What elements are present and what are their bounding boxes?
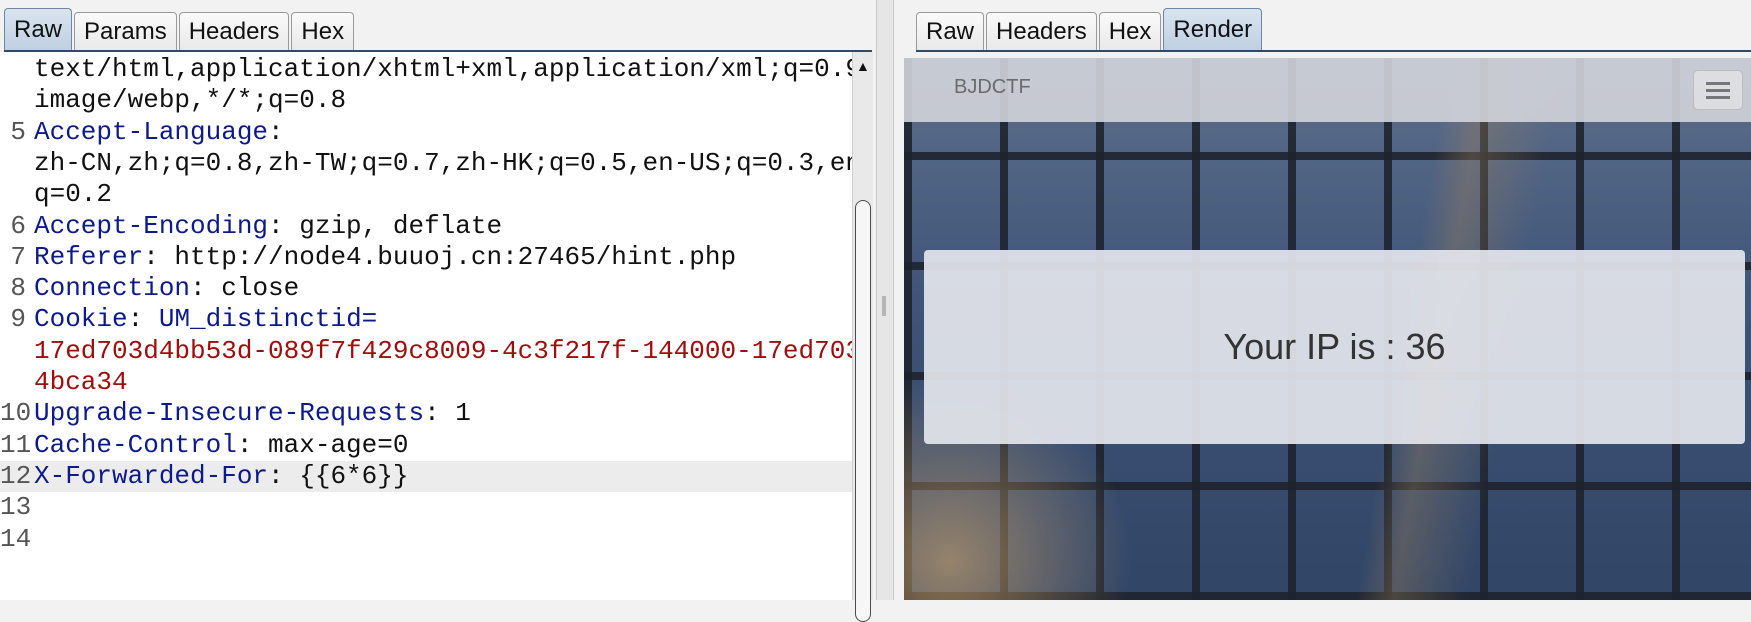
header-value: : 1 bbox=[424, 398, 471, 429]
line-text: Cookie: UM_distinctid= bbox=[34, 304, 377, 335]
header-name: Cookie bbox=[34, 304, 128, 335]
render-view: BJDCTF Your IP is : 36 bbox=[904, 58, 1751, 600]
header-name: Referer bbox=[34, 241, 144, 272]
editor-line[interactable]: 8 Connection: close bbox=[0, 273, 852, 304]
scrollbar-thumb[interactable] bbox=[855, 200, 871, 622]
line-text: X-Forwarded-For: {{6*6}} bbox=[34, 461, 408, 492]
line-number: 12 bbox=[0, 460, 32, 491]
editor-line[interactable]: 5 Accept-Language: bbox=[0, 117, 852, 148]
header-value: : gzip, deflate bbox=[268, 210, 503, 241]
header-name: Accept-Language bbox=[34, 116, 269, 147]
line-text: 4bca34 bbox=[34, 367, 128, 398]
line-number: 8 bbox=[10, 273, 26, 304]
site-brand[interactable]: BJDCTF bbox=[954, 76, 1031, 99]
editor-line[interactable]: 14 bbox=[0, 524, 852, 555]
header-name: Connection bbox=[34, 273, 191, 304]
line-text: Accept-Language: bbox=[34, 117, 284, 148]
cookie-value: 17ed703d4bb53d-089f7f429c8009-4c3f217f-1… bbox=[34, 335, 852, 366]
header-value: : max-age=0 bbox=[236, 429, 409, 460]
editor-scrollbar[interactable]: ▲ bbox=[852, 52, 873, 622]
splitter-grip[interactable] bbox=[882, 296, 886, 316]
line-text: Cache-Control: max-age=0 bbox=[34, 430, 408, 461]
tab-response-raw[interactable]: Raw bbox=[916, 12, 985, 50]
tab-hex[interactable]: Hex bbox=[291, 12, 355, 50]
request-tabbar: Raw Params Headers Hex bbox=[4, 8, 356, 50]
editor-line[interactable]: 13 bbox=[0, 492, 852, 523]
line-text: text/html,application/xhtml+xml,applicat… bbox=[34, 54, 852, 85]
line-number: 14 bbox=[0, 523, 32, 554]
line-number: 9 bbox=[10, 304, 26, 335]
line-text: Accept-Encoding: gzip, deflate bbox=[34, 211, 502, 242]
header-name: Upgrade-Insecure-Requests bbox=[34, 398, 425, 429]
header-value: : {{6*6}} bbox=[268, 460, 409, 491]
header-name: X-Forwarded-For bbox=[34, 460, 269, 491]
request-editor[interactable]: text/html,application/xhtml+xml,applicat… bbox=[0, 52, 852, 600]
header-value: : bbox=[268, 116, 284, 147]
editor-line[interactable]: 17ed703d4bb53d-089f7f429c8009-4c3f217f-1… bbox=[0, 336, 852, 367]
hamburger-menu-icon[interactable] bbox=[1693, 70, 1743, 110]
tab-raw[interactable]: Raw bbox=[4, 8, 73, 50]
ip-card: Your IP is : 36 bbox=[924, 250, 1745, 444]
editor-line[interactable]: image/webp,*/*;q=0.8 bbox=[0, 85, 852, 116]
line-number: 5 bbox=[10, 116, 26, 147]
tab-headers[interactable]: Headers bbox=[178, 12, 290, 50]
tab-response-headers[interactable]: Headers bbox=[986, 12, 1097, 50]
header-name: Cache-Control bbox=[34, 429, 237, 460]
line-number: 10 bbox=[0, 398, 32, 429]
response-tab-underline bbox=[916, 50, 1751, 52]
line-text: q=0.2 bbox=[34, 179, 112, 210]
scroll-up-arrow-icon[interactable]: ▲ bbox=[856, 58, 870, 74]
tab-response-hex[interactable]: Hex bbox=[1098, 12, 1162, 50]
header-value: q=0.2 bbox=[34, 179, 113, 210]
tab-params[interactable]: Params bbox=[74, 12, 177, 50]
line-text: image/webp,*/*;q=0.8 bbox=[34, 85, 346, 116]
line-text: Upgrade-Insecure-Requests: 1 bbox=[34, 398, 471, 429]
header-value: image/webp,*/*;q=0.8 bbox=[34, 85, 347, 116]
line-text: zh-CN,zh;q=0.8,zh-TW;q=0.7,zh-HK;q=0.5,e… bbox=[34, 148, 852, 179]
editor-line[interactable]: 12 X-Forwarded-For: {{6*6}} bbox=[0, 460, 852, 493]
tab-response-render[interactable]: Render bbox=[1163, 8, 1263, 50]
line-number: 11 bbox=[0, 429, 32, 460]
line-number: 13 bbox=[0, 492, 32, 523]
editor-line[interactable]: 10 Upgrade-Insecure-Requests: 1 bbox=[0, 398, 852, 429]
header-value: : bbox=[127, 304, 159, 335]
editor-line[interactable]: text/html,application/xhtml+xml,applicat… bbox=[0, 54, 852, 85]
cookie-value: 4bca34 bbox=[34, 367, 128, 397]
editor-line[interactable]: 9 Cookie: UM_distinctid= bbox=[0, 304, 852, 335]
editor-line[interactable]: q=0.2 bbox=[0, 179, 852, 210]
header-value: : close bbox=[190, 273, 300, 304]
ip-message: Your IP is : 36 bbox=[1223, 326, 1446, 367]
header-value: zh-CN,zh;q=0.8,zh-TW;q=0.7,zh-HK;q=0.5,e… bbox=[34, 147, 852, 178]
line-number: 6 bbox=[10, 210, 26, 241]
site-navbar: BJDCTF bbox=[904, 58, 1751, 122]
header-value: text/html,application/xhtml+xml,applicat… bbox=[34, 54, 852, 84]
response-tabbar: Raw Headers Hex Render bbox=[916, 8, 1264, 50]
editor-line[interactable]: 11 Cache-Control: max-age=0 bbox=[0, 430, 852, 461]
line-text: Referer: http://node4.buuoj.cn:27465/hin… bbox=[34, 242, 736, 273]
pane-splitter[interactable] bbox=[876, 0, 894, 600]
line-number: 7 bbox=[10, 241, 26, 272]
editor-line[interactable]: 6 Accept-Encoding: gzip, deflate bbox=[0, 211, 852, 242]
line-text: 17ed703d4bb53d-089f7f429c8009-4c3f217f-1… bbox=[34, 336, 852, 367]
editor-line[interactable]: zh-CN,zh;q=0.8,zh-TW;q=0.7,zh-HK;q=0.5,e… bbox=[0, 148, 852, 179]
header-name: Accept-Encoding bbox=[34, 210, 269, 241]
editor-line[interactable]: 4bca34 bbox=[0, 367, 852, 398]
editor-line[interactable]: 7 Referer: http://node4.buuoj.cn:27465/hi… bbox=[0, 242, 852, 273]
line-text: Connection: close bbox=[34, 273, 299, 304]
header-value: : http://node4.buuoj.cn:27465/hint.php bbox=[143, 241, 737, 272]
cookie-name: UM_distinctid= bbox=[158, 304, 378, 335]
